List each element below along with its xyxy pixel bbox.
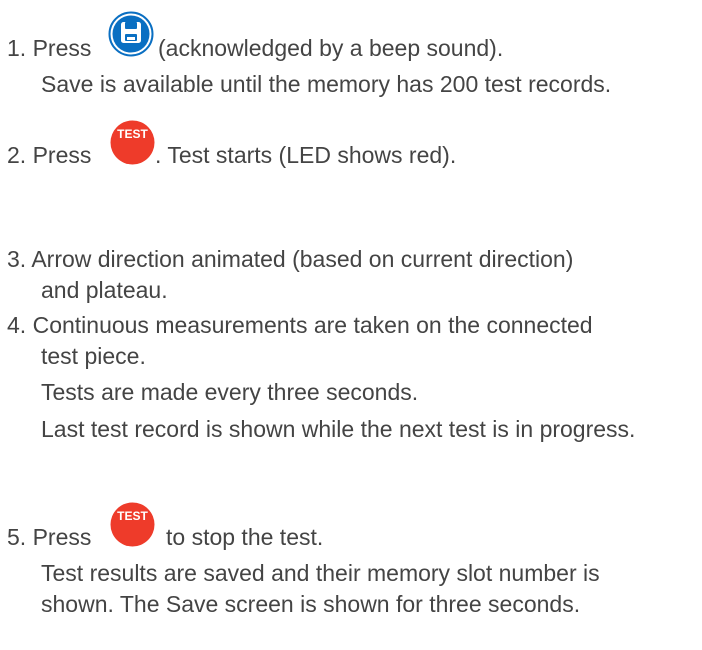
- step-1-note: Save is available until the memory has 2…: [41, 71, 612, 97]
- step-number: 4.: [7, 312, 27, 338]
- step-4: 4. Continuous measurements are taken on …: [7, 310, 593, 340]
- step-number: 2.: [7, 142, 27, 168]
- step-1-trail: (acknowledged by a beep sound).: [158, 35, 504, 61]
- step-3-continued: and plateau.: [41, 277, 168, 303]
- step-2-trail: . Test starts (LED shows red).: [155, 142, 457, 168]
- step-text: Arrow direction animated (based on curre…: [31, 246, 574, 272]
- step-number: 5.: [7, 524, 27, 550]
- test-icon-label: TEST: [117, 509, 148, 523]
- test-button-icon: TEST: [110, 502, 155, 547]
- test-icon-label: TEST: [117, 127, 148, 141]
- step-5-note: Test results are saved and their memory …: [41, 560, 600, 586]
- step-5-note: shown. The Save screen is shown for thre…: [41, 591, 581, 617]
- step-4-note: Last test record is shown while the next…: [41, 416, 636, 442]
- step-lead-text: Press: [32, 142, 92, 168]
- step-lead-text: Press: [32, 524, 92, 550]
- step-number: 3.: [7, 246, 27, 272]
- step-5-trail: to stop the test.: [166, 524, 324, 550]
- step-3: 3. Arrow direction animated (based on cu…: [7, 244, 573, 274]
- step-4-continued: test piece.: [41, 343, 146, 369]
- save-icon: [108, 11, 154, 57]
- step-5: 5. Press: [7, 522, 91, 552]
- step-4-note: Tests are made every three seconds.: [41, 379, 419, 405]
- test-button-icon: TEST: [110, 120, 155, 165]
- step-2: 2. Press: [7, 140, 91, 170]
- step-lead-text: Press: [32, 35, 92, 61]
- step-text: Continuous measurements are taken on the…: [32, 312, 593, 338]
- step-1: 1. Press: [7, 33, 91, 63]
- step-number: 1.: [7, 35, 27, 61]
